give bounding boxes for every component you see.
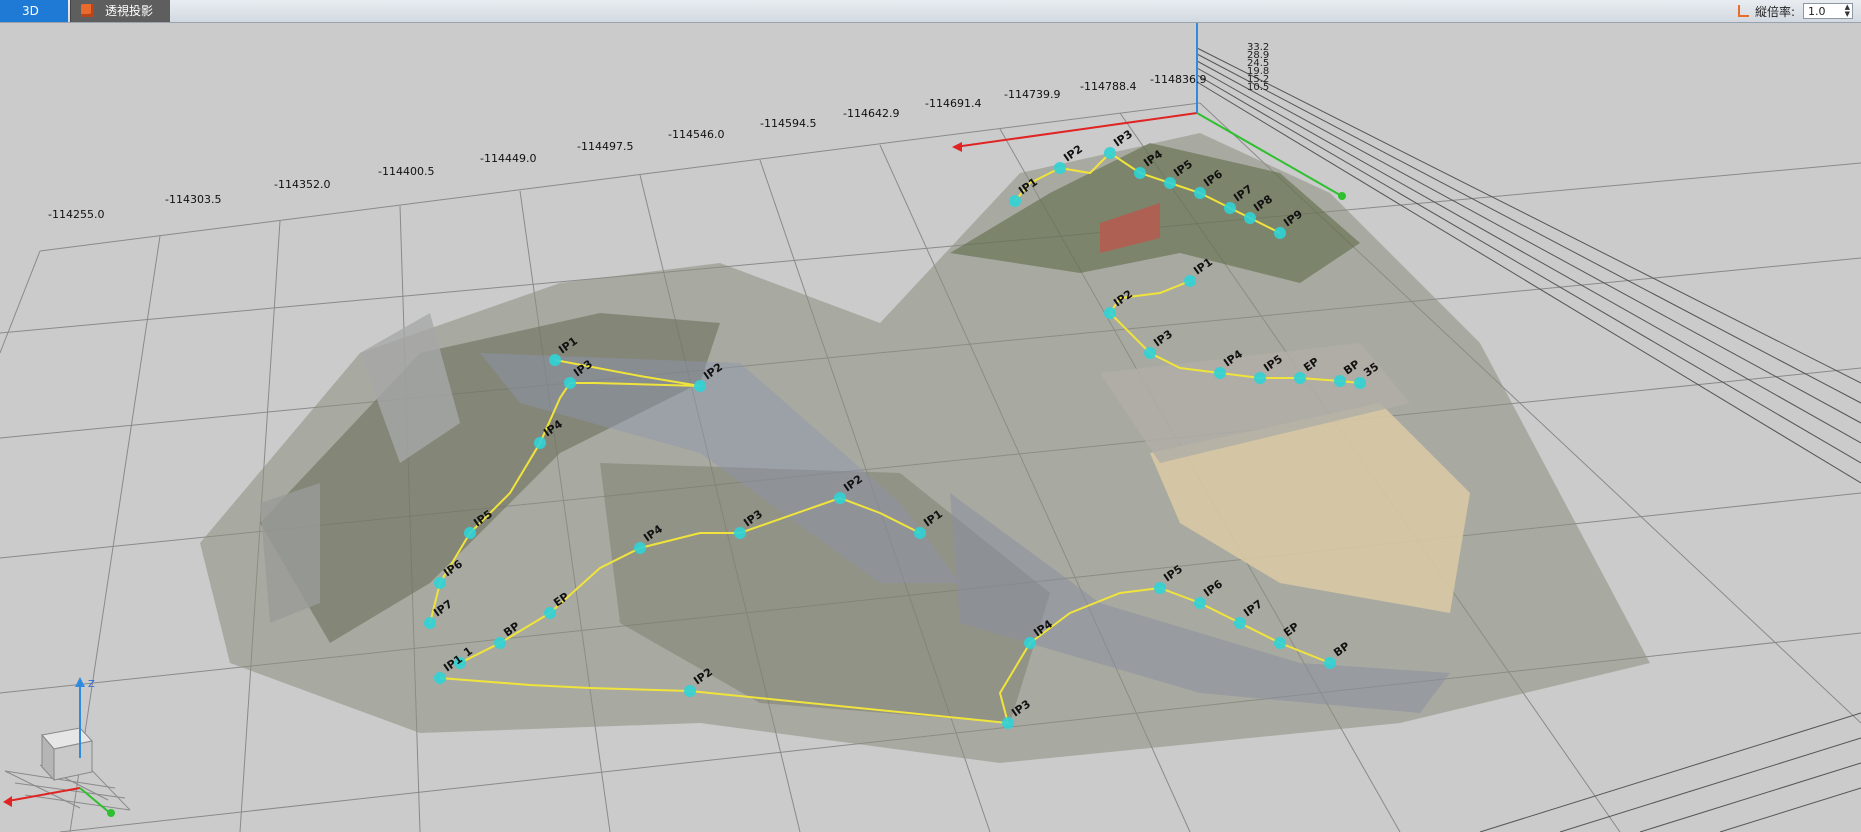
toolbar: 3D 透視投影 縦倍率: 1.0 ▲ ▼ [0,0,1861,23]
tab-perspective-label: 透視投影 [105,4,154,18]
x-axis-tick-label: -114497.5 [577,140,634,153]
route-south-ip-marker[interactable] [1274,637,1286,649]
navigation-cube[interactable] [3,677,131,817]
route-west-ip-marker[interactable] [464,527,476,539]
route-central-ip-marker[interactable] [834,492,846,504]
route-north-ip-marker[interactable] [1244,212,1256,224]
route-east-ip-marker[interactable] [1144,347,1156,359]
route-central-ip-marker[interactable] [494,637,506,649]
route-east-ip-marker[interactable] [1184,275,1196,287]
x-axis-tick-label: -114836.9 [1150,73,1207,86]
x-axis-tick-label: -114400.5 [378,165,435,178]
route-north-ip-marker[interactable] [1164,177,1176,189]
route-north-ip-marker[interactable] [1104,147,1116,159]
route-south-ip-marker[interactable] [1194,597,1206,609]
route-north-ip-marker[interactable] [1134,167,1146,179]
x-axis-tick-label: -114303.5 [165,193,222,206]
app-window: 3D 透視投影 縦倍率: 1.0 ▲ ▼ IP1 IP2 IP3 IP4 IP5… [0,0,1861,832]
route-west-ip-marker[interactable] [434,577,446,589]
route-north-ip-marker[interactable] [1054,162,1066,174]
vertical-scale-control: 縦倍率: 1.0 ▲ ▼ [1737,2,1853,20]
nav-cube-z-label: Z [88,679,95,690]
spinner-arrows-icon[interactable]: ▲ ▼ [1845,4,1850,18]
vertical-scale-icon [1737,5,1749,17]
route-south-ip-marker[interactable] [1024,637,1036,649]
tab-perspective-projection[interactable]: 透視投影 [70,0,170,22]
route-central-ip-marker[interactable] [544,607,556,619]
route-north-ip-marker[interactable] [1274,227,1286,239]
route-east-ip-marker[interactable] [1254,372,1266,384]
route-west-ip-marker[interactable] [424,617,436,629]
3d-viewport[interactable]: IP1 IP2 IP3 IP4 IP5 IP6 IP7 IP8 IP9 IP1 IP2 IP3 IP4 I… [0,23,1861,832]
x-axis-tick-label: -114739.9 [1004,88,1061,101]
perspective-cube-icon [81,4,94,17]
x-axis-tick-label: -114255.0 [48,208,105,221]
route-west-ip-marker[interactable] [534,437,546,449]
route-north-label: IP3 [1111,127,1135,149]
route-south-ip-marker[interactable] [1324,657,1336,669]
route-north-ip-marker[interactable] [1224,202,1236,214]
route-south-ip-marker[interactable] [1234,617,1246,629]
route-central-ip-marker[interactable] [734,527,746,539]
point-cloud-terrain [200,133,1650,763]
z-axis-tick-label: 10.5 [1247,82,1270,93]
route-east-ip-marker[interactable] [1294,372,1306,384]
x-axis-tick-label: -114546.0 [668,128,725,141]
route-east-ip-marker[interactable] [1334,375,1346,387]
route-south-ip-marker[interactable] [434,672,446,684]
route-central-ip-marker[interactable] [634,542,646,554]
route-south-ip-marker[interactable] [1154,582,1166,594]
route-south-ip-marker[interactable] [1002,717,1014,729]
route-north-ip-marker[interactable] [1194,187,1206,199]
x-axis-tick-label: -114642.9 [843,107,900,120]
point-cloud-scene[interactable]: IP1IP2IP3IP4 IP5 IP6IP7IP8IP9IP1IP2IP3IP4 I… [0,23,1861,832]
route-west-ip-marker[interactable] [549,354,561,366]
tab-3d[interactable]: 3D [0,0,68,22]
vertical-scale-input[interactable]: 1.0 ▲ ▼ [1803,3,1853,19]
vertical-scale-label: 縦倍率: [1754,4,1795,19]
x-axis-tick-label: -114691.4 [925,97,982,110]
route-east-ip-marker[interactable] [1214,367,1226,379]
route-east-ip-marker[interactable] [1354,377,1366,389]
x-axis-tick-label: -114594.5 [760,117,817,130]
x-axis-tick-label: -114788.4 [1080,80,1137,93]
route-east-ip-marker[interactable] [1104,307,1116,319]
x-axis-tick-label: -114352.0 [274,178,331,191]
route-west-ip-marker[interactable] [694,380,706,392]
route-north-ip-marker[interactable] [1009,195,1021,207]
route-south-ip-marker[interactable] [684,685,696,697]
vertical-scale-value: 1.0 [1808,5,1826,18]
x-axis-tick-label: -114449.0 [480,152,537,165]
route-west-ip-marker[interactable] [564,377,576,389]
route-central-ip-marker[interactable] [914,527,926,539]
